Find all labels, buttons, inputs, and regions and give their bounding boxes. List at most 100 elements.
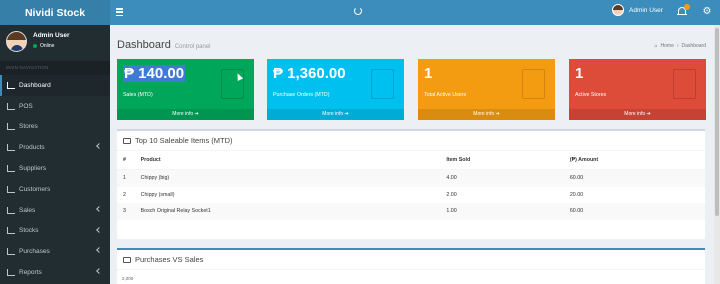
inbox-icon <box>123 256 131 263</box>
page-title-text: Dashboard <box>117 39 171 51</box>
table-cell: 60.00 <box>563 169 705 187</box>
nav-header: MAIN NAVIGATION <box>0 61 110 75</box>
stat-label: Total Active Users <box>424 92 467 98</box>
panel-title: Purchases VS Sales <box>135 255 204 264</box>
sidebar-item-label: Purchases <box>19 248 50 256</box>
panel-header: Top 10 Saleable Items (MTD) <box>117 131 705 151</box>
more-info-link[interactable]: More info ➔ <box>569 109 706 120</box>
table-cell: 4.00 <box>440 169 564 187</box>
avatar <box>6 31 27 52</box>
breadcrumb-separator: › <box>676 43 679 49</box>
sidebar-item-stocks[interactable]: Stocks <box>0 221 110 242</box>
sidebar-item-label: POS <box>19 102 33 110</box>
table-cell: 2.00 <box>446 191 457 198</box>
sidebar-item-suppliers[interactable]: Suppliers <box>0 158 110 179</box>
bell-icon[interactable] <box>676 4 690 18</box>
stat-label: Active Stores <box>575 92 607 98</box>
avatar <box>612 4 624 16</box>
scrollbar[interactable] <box>714 25 720 284</box>
table-cell: 60.00 <box>563 203 705 220</box>
stat-box: ₱ 1,360.00 Purchase Orders (MTD) More info… <box>267 59 404 120</box>
app-logo[interactable]: Nividi Stock <box>0 0 110 25</box>
sidebar-item-purchases[interactable]: Purchases <box>0 241 110 262</box>
money-icon <box>123 137 131 144</box>
breadcrumb-current: Dashboard <box>681 43 706 49</box>
panel-header: Purchases VS Sales <box>117 250 705 270</box>
user-menu-name: Admin User <box>629 6 663 14</box>
arrow-circle-right-icon: ➔ <box>495 111 500 117</box>
home-icon <box>7 123 15 131</box>
sidebar-item-stores[interactable]: Stores <box>0 117 110 138</box>
more-info-link[interactable]: More info ➔ <box>267 109 404 120</box>
notification-badge <box>684 4 690 10</box>
table-cell: 3 <box>117 203 135 220</box>
stat-box: 1 Active Stores More info ➔ <box>569 59 706 120</box>
status-text: Online <box>40 43 55 49</box>
more-info-link[interactable]: More info ➔ <box>418 109 555 120</box>
dashboard-icon <box>7 81 15 89</box>
sidebar-item-dashboard[interactable]: Dashboard <box>0 75 110 96</box>
sidebar-item-customers[interactable]: Customers <box>0 179 110 200</box>
table-header: # <box>117 151 135 170</box>
more-info-link[interactable]: More info ➔ <box>117 109 254 120</box>
users-icon <box>7 185 15 193</box>
stat-value: ₱ 1,360.00 <box>273 65 346 82</box>
table-header: (₱) Amount <box>563 151 705 170</box>
sidebar-item-label: Reports <box>19 269 42 277</box>
chevron-left-icon <box>96 143 102 150</box>
sidebar-item-label: Sales <box>19 206 36 214</box>
shopping-bag-icon <box>7 248 15 256</box>
file-icon <box>7 269 15 277</box>
page-subtitle: Control panel <box>174 44 211 50</box>
home-icon[interactable]: ⌂ <box>654 43 657 49</box>
sidebar-item-sales[interactable]: Sales <box>0 200 110 221</box>
loading-icon <box>354 7 362 15</box>
table-row: 1 Chippy (big) 4.00 60.00 <box>117 169 705 187</box>
online-dot-icon <box>33 44 37 48</box>
top-items-table: # Product Item Sold (₱) Amount 1 Chippy (big… <box>117 151 705 220</box>
stat-label: Purchase Orders (MTD) <box>273 92 330 98</box>
breadcrumb: ⌂ Home › Dashboard <box>654 43 706 49</box>
table-cell: 1 <box>117 169 135 187</box>
breadcrumb-home[interactable]: Home <box>661 43 674 49</box>
user-panel: Admin User Online <box>0 25 110 61</box>
sidebar-item-label: Customers <box>19 185 51 193</box>
box-icon <box>7 144 15 152</box>
table-cell: 1.00 <box>440 203 564 220</box>
stat-bg-icon <box>673 69 696 99</box>
table-header: Product <box>134 151 441 170</box>
arrow-circle-right-icon: ➔ <box>344 111 349 117</box>
panel-title: Top 10 Saleable Items (MTD) <box>135 136 233 145</box>
table-header: Item Sold <box>440 151 564 170</box>
chevron-left-icon <box>96 268 102 275</box>
stat-value: ₱ 140.00 <box>123 65 186 82</box>
stat-box: 1 Total Active Users More info ➔ <box>418 59 555 120</box>
gears-icon[interactable]: ⚙ <box>700 5 714 19</box>
chevron-left-icon <box>96 247 102 254</box>
user-status: Online <box>33 43 54 49</box>
stat-bg-icon <box>371 69 394 99</box>
arrow-circle-right-icon: ➔ <box>646 111 651 117</box>
sidebar-toggle-icon[interactable] <box>116 6 128 18</box>
user-menu[interactable]: Admin User <box>612 4 663 16</box>
table-cell: Chippy (big) <box>134 169 441 187</box>
table-cell: 20.00 <box>569 191 584 198</box>
top-items-panel: Top 10 Saleable Items (MTD) # Product Item… <box>117 129 705 239</box>
sidebar-item-label: Suppliers <box>19 165 47 173</box>
table-row: 3 Bosch Original Relay Socket1 1.00 60.00 <box>117 203 705 220</box>
page-title: Dashboard Control panel <box>117 39 211 51</box>
table-cell: Bosch Original Relay Socket1 <box>134 203 441 220</box>
sidebar-item-products[interactable]: Products <box>0 137 110 158</box>
sidebar-item-reports[interactable]: Reports <box>0 262 110 283</box>
stat-bg-icon <box>522 69 545 99</box>
sidebar-item-pos[interactable]: POS <box>0 96 110 117</box>
sidebar: Admin User Online MAIN NAVIGATION Dashbo… <box>0 25 110 284</box>
sidebar-item-label: Stores <box>19 123 38 131</box>
scroll-thumb[interactable] <box>715 28 719 216</box>
dollar-icon <box>7 206 15 214</box>
sidebar-item-label: Dashboard <box>19 81 51 89</box>
sidebar-item-label: Stocks <box>19 227 39 235</box>
table-row: 2 Chippy (small) 2.00 20.00 <box>117 187 705 204</box>
purchases-vs-sales-panel: Purchases VS Sales <box>117 248 705 284</box>
table-cell: Chippy (small) <box>140 191 175 198</box>
